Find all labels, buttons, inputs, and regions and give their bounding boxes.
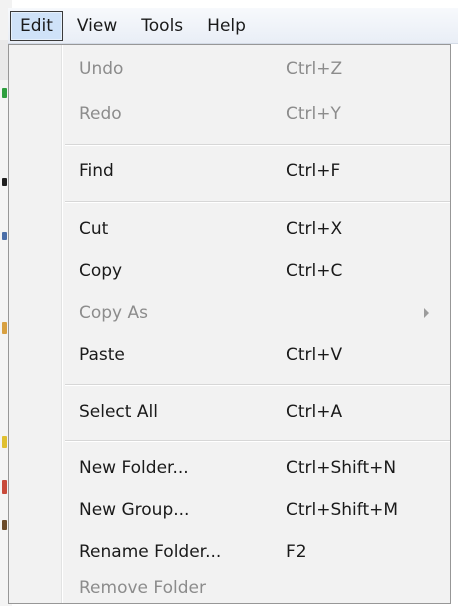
menu-item-shortcut: Ctrl+Z: [286, 59, 343, 79]
menu-separator: [65, 440, 450, 442]
menu-help[interactable]: Help: [197, 11, 256, 41]
menu-item-rename-folder[interactable]: Rename Folder... F2: [11, 532, 448, 572]
menu-item-shortcut: Ctrl+Shift+N: [286, 458, 397, 478]
menu-item-label: Redo: [79, 104, 122, 124]
menu-item-undo[interactable]: Undo Ctrl+Z: [11, 49, 448, 89]
menu-item-label: Rename Folder...: [79, 542, 222, 562]
menu-bar: Edit View Tools Help: [8, 8, 458, 44]
chevron-right-icon: [424, 308, 429, 318]
menu-item-label: Remove Folder: [79, 578, 206, 598]
menu-item-remove-folder[interactable]: Remove Folder: [11, 574, 448, 602]
menu-item-label: Paste: [79, 345, 125, 365]
background-mark: [2, 178, 7, 186]
menu-separator: [65, 201, 450, 203]
menu-item-shortcut: Ctrl+F: [286, 161, 341, 181]
menu-item-label: Cut: [79, 219, 109, 239]
menu-item-copy-as[interactable]: Copy As: [11, 293, 448, 333]
background-mark: [2, 436, 7, 448]
menu-item-shortcut: Ctrl+Shift+M: [286, 500, 399, 520]
edit-menu-dropdown: Undo Ctrl+Z Redo Ctrl+Y Find Ctrl+F Cut …: [8, 44, 451, 604]
menu-item-label: New Group...: [79, 500, 190, 520]
menu-item-shortcut: Ctrl+A: [286, 402, 343, 422]
menu-item-label: Select All: [79, 402, 158, 422]
menu-item-shortcut: F2: [286, 542, 307, 562]
menu-view[interactable]: View: [67, 11, 127, 41]
menu-item-label: Copy As: [79, 303, 149, 323]
menu-item-label: New Folder...: [79, 458, 189, 478]
background-mark: [2, 232, 7, 240]
menu-separator: [65, 384, 450, 386]
menu-item-paste[interactable]: Paste Ctrl+V: [11, 335, 448, 375]
menu-item-label: Copy: [79, 261, 123, 281]
menu-item-shortcut: Ctrl+V: [286, 345, 343, 365]
menu-item-new-group[interactable]: New Group... Ctrl+Shift+M: [11, 490, 448, 530]
menu-edit[interactable]: Edit: [10, 10, 63, 41]
background-mark: [2, 480, 7, 494]
menu-item-find[interactable]: Find Ctrl+F: [11, 151, 448, 191]
menu-item-copy[interactable]: Copy Ctrl+C: [11, 251, 448, 291]
menu-item-shortcut: Ctrl+C: [286, 261, 343, 281]
menu-item-redo[interactable]: Redo Ctrl+Y: [11, 94, 448, 134]
menu-item-cut[interactable]: Cut Ctrl+X: [11, 209, 448, 249]
menu-item-new-folder[interactable]: New Folder... Ctrl+Shift+N: [11, 448, 448, 488]
menu-tools[interactable]: Tools: [131, 11, 193, 41]
menu-item-label: Find: [79, 161, 114, 181]
background-mark: [2, 88, 7, 98]
menu-item-shortcut: Ctrl+Y: [286, 104, 341, 124]
background-mark: [2, 322, 7, 334]
menu-item-select-all[interactable]: Select All Ctrl+A: [11, 392, 448, 432]
menu-item-label: Undo: [79, 59, 124, 79]
menu-item-shortcut: Ctrl+X: [286, 219, 343, 239]
background-mark: [2, 520, 7, 530]
menu-separator: [65, 144, 450, 146]
